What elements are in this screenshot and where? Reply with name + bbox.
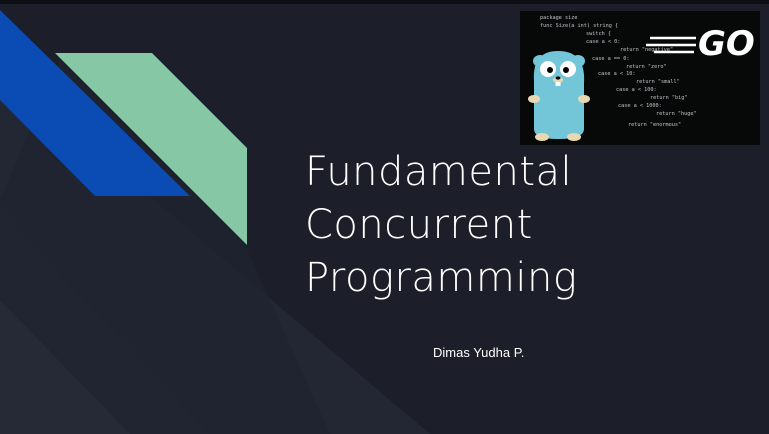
code-line: package size (540, 15, 577, 21)
code-line: return "small" (636, 79, 680, 85)
title-line-3: Programming (305, 255, 578, 301)
go-hero-image: package size func Size(a int) string { s… (520, 11, 760, 145)
code-line: case a == 0: (592, 56, 629, 62)
slide-title: Fundamental Concurrent Programming (305, 146, 577, 305)
code-line: case a < 10: (598, 71, 635, 77)
code-line: return "zero" (626, 64, 667, 70)
code-line: return "enormous" (628, 122, 681, 128)
gopher-mascot (528, 51, 590, 141)
code-line: switch { (586, 31, 611, 37)
code-line: return "big" (650, 95, 687, 101)
code-line: return "huge" (656, 111, 697, 117)
code-line: func Size(a int) string { (540, 23, 618, 29)
go-gopher-illustration: package size func Size(a int) string { s… (520, 11, 760, 145)
go-logo-text: GO (698, 24, 755, 64)
slide: package size func Size(a int) string { s… (0, 0, 769, 434)
code-line: case a < 1000: (618, 103, 662, 109)
title-line-1: Fundamental (305, 149, 573, 195)
title-line-2: Concurrent (305, 202, 533, 248)
code-line: case a < 0: (586, 39, 620, 45)
code-line: case a < 100: (616, 87, 657, 93)
author-name: Dimas Yudha P. (433, 345, 525, 360)
